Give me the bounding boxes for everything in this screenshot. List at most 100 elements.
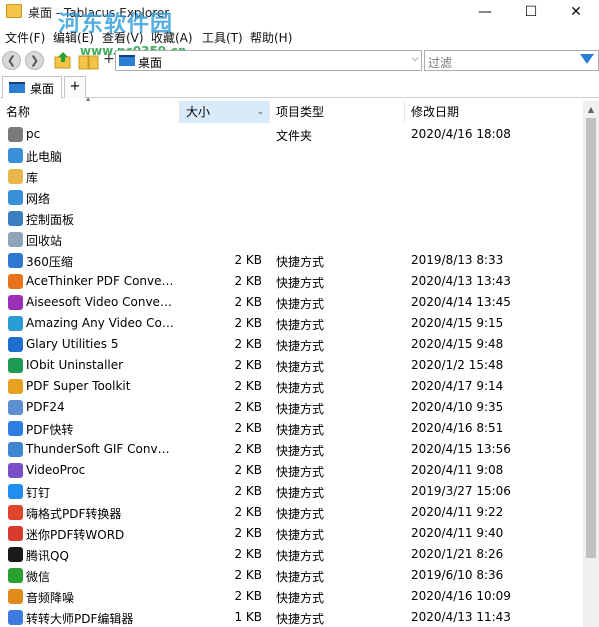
file-name: 迷你PDF转WORD: [26, 528, 125, 542]
file-name: 网络: [26, 192, 51, 206]
file-row[interactable]: 嗨格式PDF转换器 2 KB 快捷方式 2020/4/11 9:22: [0, 502, 583, 523]
filter-input[interactable]: 过滤: [428, 54, 452, 71]
file-date: 2020/4/16 18:08: [411, 127, 511, 141]
file-date: 2020/4/16 10:09: [411, 589, 511, 603]
file-name: 控制面板: [26, 213, 75, 227]
chevron-down-icon[interactable]: ⌄: [256, 101, 264, 123]
desktop-icon: [9, 82, 25, 93]
file-type: 快捷方式: [276, 465, 325, 479]
file-name: 嗨格式PDF转换器: [26, 507, 122, 521]
file-type: 快捷方式: [276, 570, 325, 584]
file-row[interactable]: VideoProc 2 KB 快捷方式 2020/4/11 9:08: [0, 460, 583, 481]
file-type: 快捷方式: [276, 318, 325, 332]
vertical-scrollbar[interactable]: ▲: [583, 101, 599, 627]
file-size: 2 KB: [234, 379, 262, 393]
address-bar[interactable]: 桌面 ⌵: [115, 50, 422, 71]
file-row[interactable]: 腾讯QQ 2 KB 快捷方式 2020/1/21 8:26: [0, 544, 583, 565]
menu-tools[interactable]: 工具(T): [202, 29, 243, 46]
back-button[interactable]: ❮: [2, 51, 21, 70]
file-row[interactable]: 控制面板: [0, 208, 583, 229]
file-row[interactable]: 迷你PDF转WORD 2 KB 快捷方式 2020/4/11 9:40: [0, 523, 583, 544]
tab-label: 桌面: [30, 82, 55, 96]
file-icon: [8, 526, 23, 541]
file-row[interactable]: 钉钉 2 KB 快捷方式 2019/3/27 15:06: [0, 481, 583, 502]
up-folder-icon[interactable]: [54, 51, 72, 70]
file-name: 转转大师PDF编辑器: [26, 612, 134, 626]
file-list: pc 文件夹 2020/4/16 18:08 此电脑库网络控制面板回收站 360压缩 2 …: [0, 124, 583, 627]
new-folder-icon[interactable]: [78, 51, 99, 70]
file-row[interactable]: 音频降噪 2 KB 快捷方式 2020/4/16 10:09: [0, 586, 583, 607]
file-row[interactable]: PDF快转 2 KB 快捷方式 2020/4/16 8:51: [0, 418, 583, 439]
file-date: 2020/4/15 9:15: [411, 316, 504, 330]
file-icon: [8, 127, 23, 142]
scrollbar-thumb[interactable]: [586, 118, 596, 558]
file-icon: [8, 400, 23, 415]
file-date: 2020/4/14 13:45: [411, 295, 511, 309]
close-button[interactable]: ✕: [553, 0, 599, 24]
folder-icon: [6, 4, 22, 18]
file-name: IObit Uninstaller: [26, 358, 124, 372]
column-headers: 名称 大小 ⌄ 项目类型 修改日期: [0, 101, 583, 123]
header-name[interactable]: 名称: [0, 101, 180, 123]
file-icon: [8, 442, 23, 457]
file-row[interactable]: 回收站: [0, 229, 583, 250]
file-size: 2 KB: [234, 505, 262, 519]
file-row[interactable]: Glary Utilities 5 2 KB 快捷方式 2020/4/15 9:48: [0, 334, 583, 355]
file-type: 快捷方式: [276, 549, 325, 563]
file-row[interactable]: IObit Uninstaller 2 KB 快捷方式 2020/1/2 15:48: [0, 355, 583, 376]
file-icon: [8, 316, 23, 331]
file-name: VideoProc: [26, 463, 86, 477]
file-row[interactable]: ThunderSoft GIF Converter 2 KB 快捷方式 2020/4/…: [0, 439, 583, 460]
new-tab-plus[interactable]: +: [103, 51, 115, 67]
file-name: pc: [26, 127, 41, 141]
file-type: 快捷方式: [276, 444, 325, 458]
file-icon: [8, 295, 23, 310]
file-size: 2 KB: [234, 463, 262, 477]
file-date: 2020/4/15 13:56: [411, 442, 511, 456]
file-icon: [8, 379, 23, 394]
minimize-button[interactable]: —: [462, 0, 508, 24]
header-type[interactable]: 项目类型: [270, 101, 405, 123]
forward-button[interactable]: ❯: [25, 51, 44, 70]
menu-bar: 文件(F) 编辑(E) 查看(V) 收藏(A) 工具(T) 帮助(H): [0, 26, 599, 46]
file-row[interactable]: Amazing Any Video Converter 2 KB 快捷方式 2020/…: [0, 313, 583, 334]
filter-icon[interactable]: [580, 54, 594, 64]
file-name: 此电脑: [26, 150, 63, 164]
maximize-button[interactable]: ☐: [508, 0, 554, 24]
file-row[interactable]: Aiseesoft Video Converter 2 KB 快捷方式 2020/4/…: [0, 292, 583, 313]
file-row[interactable]: 库: [0, 166, 583, 187]
file-row[interactable]: AceThinker PDF Converter 2 KB 快捷方式 2020/4/1…: [0, 271, 583, 292]
add-tab-button[interactable]: +: [64, 76, 86, 98]
file-row[interactable]: 此电脑: [0, 145, 583, 166]
file-icon: [8, 484, 23, 499]
file-icon: [8, 274, 23, 289]
file-name: 回收站: [26, 234, 63, 248]
file-size: 2 KB: [234, 442, 262, 456]
file-row[interactable]: 微信 2 KB 快捷方式 2019/6/10 8:36: [0, 565, 583, 586]
header-size[interactable]: 大小 ⌄: [180, 101, 270, 123]
file-row[interactable]: PDF Super Toolkit 2 KB 快捷方式 2020/4/17 9:14: [0, 376, 583, 397]
scroll-up-arrow[interactable]: ▲: [583, 101, 599, 118]
file-row[interactable]: 360压缩 2 KB 快捷方式 2019/8/13 8:33: [0, 250, 583, 271]
file-row[interactable]: pc 文件夹 2020/4/16 18:08: [0, 124, 583, 145]
file-icon: [8, 589, 23, 604]
file-icon: [8, 421, 23, 436]
file-size: 2 KB: [234, 358, 262, 372]
file-type: 快捷方式: [276, 381, 325, 395]
file-date: 2020/4/10 9:35: [411, 400, 504, 414]
file-size: 2 KB: [234, 526, 262, 540]
file-name: Glary Utilities 5: [26, 337, 119, 351]
file-size: 1 KB: [234, 610, 262, 624]
file-icon: [8, 568, 23, 583]
chevron-down-icon[interactable]: ⌵: [411, 53, 419, 64]
filter-box[interactable]: 过滤: [424, 50, 599, 71]
file-type: 快捷方式: [276, 507, 325, 521]
file-icon: [8, 211, 23, 226]
file-row[interactable]: 网络: [0, 187, 583, 208]
header-date[interactable]: 修改日期: [405, 101, 583, 123]
file-row[interactable]: 转转大师PDF编辑器 1 KB 快捷方式 2020/4/13 11:43: [0, 607, 583, 627]
tab-desktop[interactable]: 桌面: [2, 76, 62, 98]
menu-file[interactable]: 文件(F): [5, 29, 45, 46]
file-row[interactable]: PDF24 2 KB 快捷方式 2020/4/10 9:35: [0, 397, 583, 418]
menu-help[interactable]: 帮助(H): [250, 29, 292, 46]
